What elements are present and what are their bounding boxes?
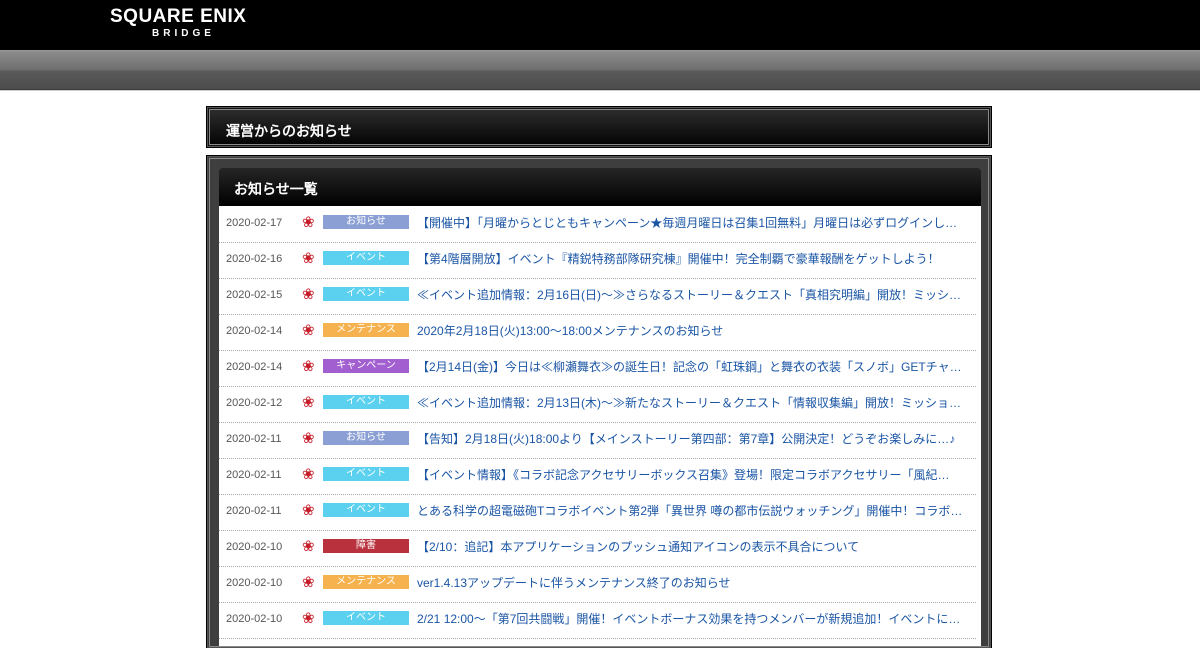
page-title: 運営からのお知らせ xyxy=(226,123,352,139)
category-badge: イベント xyxy=(323,395,409,409)
news-title-link[interactable]: ≪イベント追加情報：2月13日(木)～≫新たなストーリー＆クエスト「情報収集編」… xyxy=(417,395,970,411)
news-date: 2020-02-11 xyxy=(226,469,282,481)
news-row[interactable]: 2020-02-16 ❀ イベント 【第4階層開放】イベント『精鋭特務部隊研究棟』開催… xyxy=(219,242,976,279)
news-date: 2020-02-16 xyxy=(226,253,283,265)
news-date: 2020-02-17 xyxy=(226,217,283,229)
news-list-header: お知らせ一覧 xyxy=(219,168,981,206)
flower-icon: ❀ xyxy=(302,429,315,447)
news-row[interactable]: 2020-02-14 ❀ キャンペーン 【2月14日(金)】今日は≪柳瀬舞衣≫の誕生日… xyxy=(219,350,976,387)
news-date: 2020-02-10 xyxy=(226,577,283,589)
category-badge: キャンペーン xyxy=(323,359,409,373)
category-badge: お知らせ xyxy=(323,215,409,229)
news-row[interactable]: 2020-02-15 ❀ イベント ≪イベント追加情報：2月16日(日)～≫さらなるス… xyxy=(219,278,976,315)
news-title-link[interactable]: 【2/10：追記】本アプリケーションのプッシュ通知アイコンの表示不具合について xyxy=(417,539,970,555)
news-title-link[interactable]: 2020年2月18日(火)13:00～18:00メンテナンスのお知らせ xyxy=(417,323,970,339)
news-title-link[interactable]: 【第4階層開放】イベント『精鋭特務部隊研究棟』開催中！完全制覇で豪華報酬をゲット… xyxy=(417,251,970,267)
flower-icon: ❀ xyxy=(302,465,315,483)
news-list-title: お知らせ一覧 xyxy=(234,181,318,197)
category-badge: お知らせ xyxy=(323,431,409,445)
news-date: 2020-02-11 xyxy=(226,433,282,445)
flower-icon: ❀ xyxy=(302,609,315,627)
category-badge: メンテナンス xyxy=(323,323,409,337)
news-title-link[interactable]: とある科学の超電磁砲Tコラボイベント第2弾「異世界 噂の都市伝説ウォッチング」開… xyxy=(417,503,970,519)
brand-sub: BRIDGE xyxy=(152,28,215,39)
news-title-link[interactable]: ≪イベント追加情報：2月16日(日)～≫さらなるストーリー＆クエスト「真相究明編… xyxy=(417,287,970,303)
flower-icon: ❀ xyxy=(302,249,315,267)
flower-icon: ❀ xyxy=(302,285,315,303)
news-row[interactable]: 2020-02-10 ❀ イベント 2/21 12:00～「第7回共闘戦」開催！イベン… xyxy=(219,602,976,639)
news-row[interactable]: 2020-02-14 ❀ メンテナンス 2020年2月18日(火)13:00～18:0… xyxy=(219,314,976,351)
news-row[interactable]: 2020-02-10 ❀ 障害 【2/10：追記】本アプリケーションのプッシュ通知アイ… xyxy=(219,530,976,567)
news-date: 2020-02-15 xyxy=(226,289,283,301)
news-row[interactable]: 2020-02-11 ❀ イベント 【イベント情報】《コラボ記念アクセサリーボックス召… xyxy=(219,458,976,495)
category-badge: 障害 xyxy=(323,539,409,553)
news-date: 2020-02-10 xyxy=(226,541,283,553)
news-panel: お知らせ一覧 2020-02-17 ❀ お知らせ 【開催中】「月曜からとじともキャンペ… xyxy=(207,156,991,648)
news-date: 2020-02-14 xyxy=(226,361,283,373)
news-title-link[interactable]: 【告知】2月18日(火)18:00より【メインストーリー第四部：第7章】公開決定… xyxy=(417,431,970,447)
flower-icon: ❀ xyxy=(302,321,315,339)
news-row[interactable]: 2020-02-11 ❀ お知らせ 【告知】2月18日(火)18:00より【メインスト… xyxy=(219,422,976,459)
top-header: SQUARE ENIX BRIDGE xyxy=(0,0,1200,50)
page-header-inner: 運営からのお知らせ xyxy=(209,109,989,145)
news-title-link[interactable]: 【開催中】「月曜からとじともキャンペーン★毎週月曜日は召集1回無料」月曜日は必ず… xyxy=(417,215,970,231)
news-panel-frame: お知らせ一覧 2020-02-17 ❀ お知らせ 【開催中】「月曜からとじともキャンペ… xyxy=(209,158,989,647)
category-badge: イベント xyxy=(323,251,409,265)
flower-icon: ❀ xyxy=(302,537,315,555)
category-badge: イベント xyxy=(323,287,409,301)
news-date: 2020-02-14 xyxy=(226,325,283,337)
category-badge: イベント xyxy=(323,503,409,517)
brand-name: SQUARE ENIX xyxy=(110,6,247,27)
news-row[interactable]: 2020-02-12 ❀ イベント ≪イベント追加情報：2月13日(木)～≫新たなスト… xyxy=(219,386,976,423)
category-badge: イベント xyxy=(323,611,409,625)
flower-icon: ❀ xyxy=(302,357,315,375)
news-row[interactable]: 2020-02-10 ❀ メンテナンス ver1.4.13アップデートに伴うメンテナン… xyxy=(219,566,976,603)
news-date: 2020-02-12 xyxy=(226,397,283,409)
news-row[interactable]: 2020-02-11 ❀ イベント とある科学の超電磁砲Tコラボイベント第2弾「異世界… xyxy=(219,494,976,531)
brand-logo[interactable]: SQUARE ENIX BRIDGE xyxy=(110,6,280,46)
category-badge: イベント xyxy=(323,467,409,481)
news-title-link[interactable]: ver1.4.13アップデートに伴うメンテナンス終了のお知らせ xyxy=(417,575,970,591)
news-date: 2020-02-10 xyxy=(226,613,283,625)
nav-bar xyxy=(0,50,1200,91)
news-title-link[interactable]: 2/21 12:00～「第7回共闘戦」開催！イベントボーナス効果を持つメンバーが… xyxy=(417,611,970,627)
news-date: 2020-02-11 xyxy=(226,505,282,517)
flower-icon: ❀ xyxy=(302,393,315,411)
flower-icon: ❀ xyxy=(302,501,315,519)
flower-icon: ❀ xyxy=(302,213,315,231)
news-title-link[interactable]: 【イベント情報】《コラボ記念アクセサリーボックス召集》登場！限定コラボアクセサリ… xyxy=(417,467,970,483)
page-header-panel: 運営からのお知らせ xyxy=(207,107,991,147)
news-list: 2020-02-17 ❀ お知らせ 【開催中】「月曜からとじともキャンペーン★毎週月曜… xyxy=(219,206,981,646)
category-badge: メンテナンス xyxy=(323,575,409,589)
news-row[interactable]: 2020-02-17 ❀ お知らせ 【開催中】「月曜からとじともキャンペーン★毎週月曜… xyxy=(219,206,976,243)
flower-icon: ❀ xyxy=(302,573,315,591)
news-title-link[interactable]: 【2月14日(金)】今日は≪柳瀬舞衣≫の誕生日！記念の「虹珠鋼」と舞衣の衣装「ス… xyxy=(417,359,970,375)
